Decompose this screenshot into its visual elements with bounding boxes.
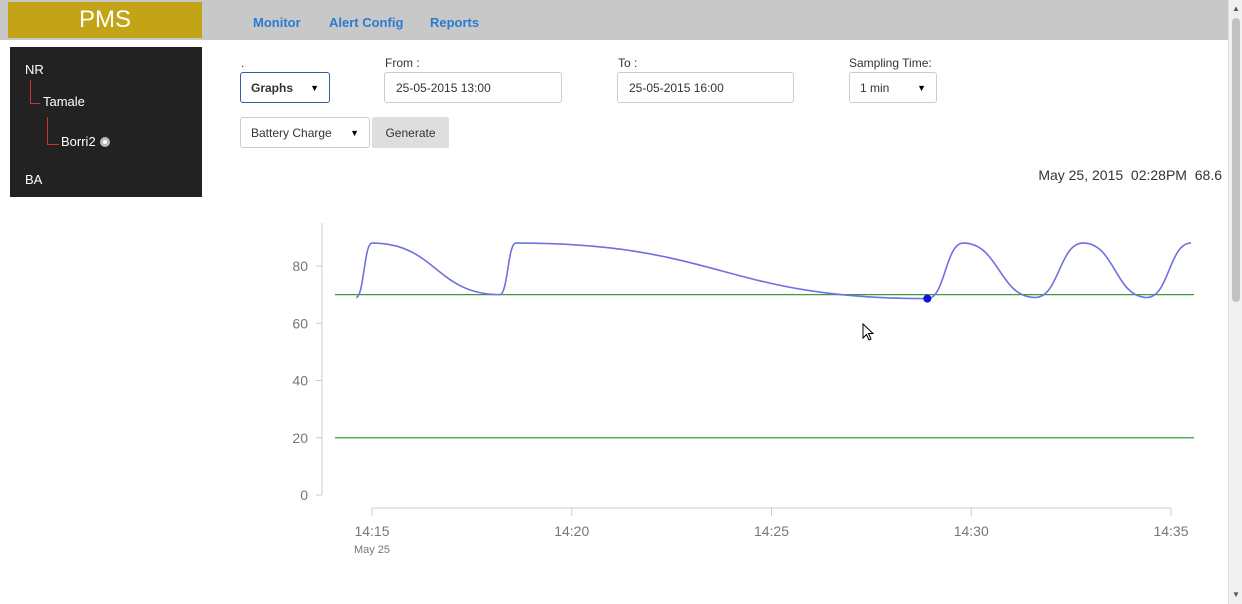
scroll-down-arrow-icon[interactable]: ▼ [1229,588,1242,602]
battery-charge-chart[interactable]: 0 20 40 60 80 14:15 14:20 14:25 14:30 14:35 May 25 [0,0,1228,604]
scroll-up-arrow-icon[interactable]: ▲ [1229,2,1242,16]
y-tick-label: 60 [292,315,308,331]
x-tick-label: 14:15 [354,523,389,539]
x-tick-label: 14:30 [954,523,989,539]
mouse-pointer-icon [862,323,875,341]
x-tick-label: 14:35 [1153,523,1188,539]
highlight-point [923,294,932,303]
y-tick-label: 0 [300,487,308,503]
x-subtick-label: May 25 [354,544,390,556]
x-tick-label: 14:25 [754,523,789,539]
scroll-thumb[interactable] [1232,18,1240,302]
vertical-scrollbar[interactable]: ▲ ▼ [1228,0,1242,604]
y-tick-label: 20 [292,430,308,446]
x-tick-label: 14:20 [554,523,589,539]
y-tick-label: 80 [292,258,308,274]
series-line [355,242,1192,300]
y-tick-label: 40 [292,373,308,389]
